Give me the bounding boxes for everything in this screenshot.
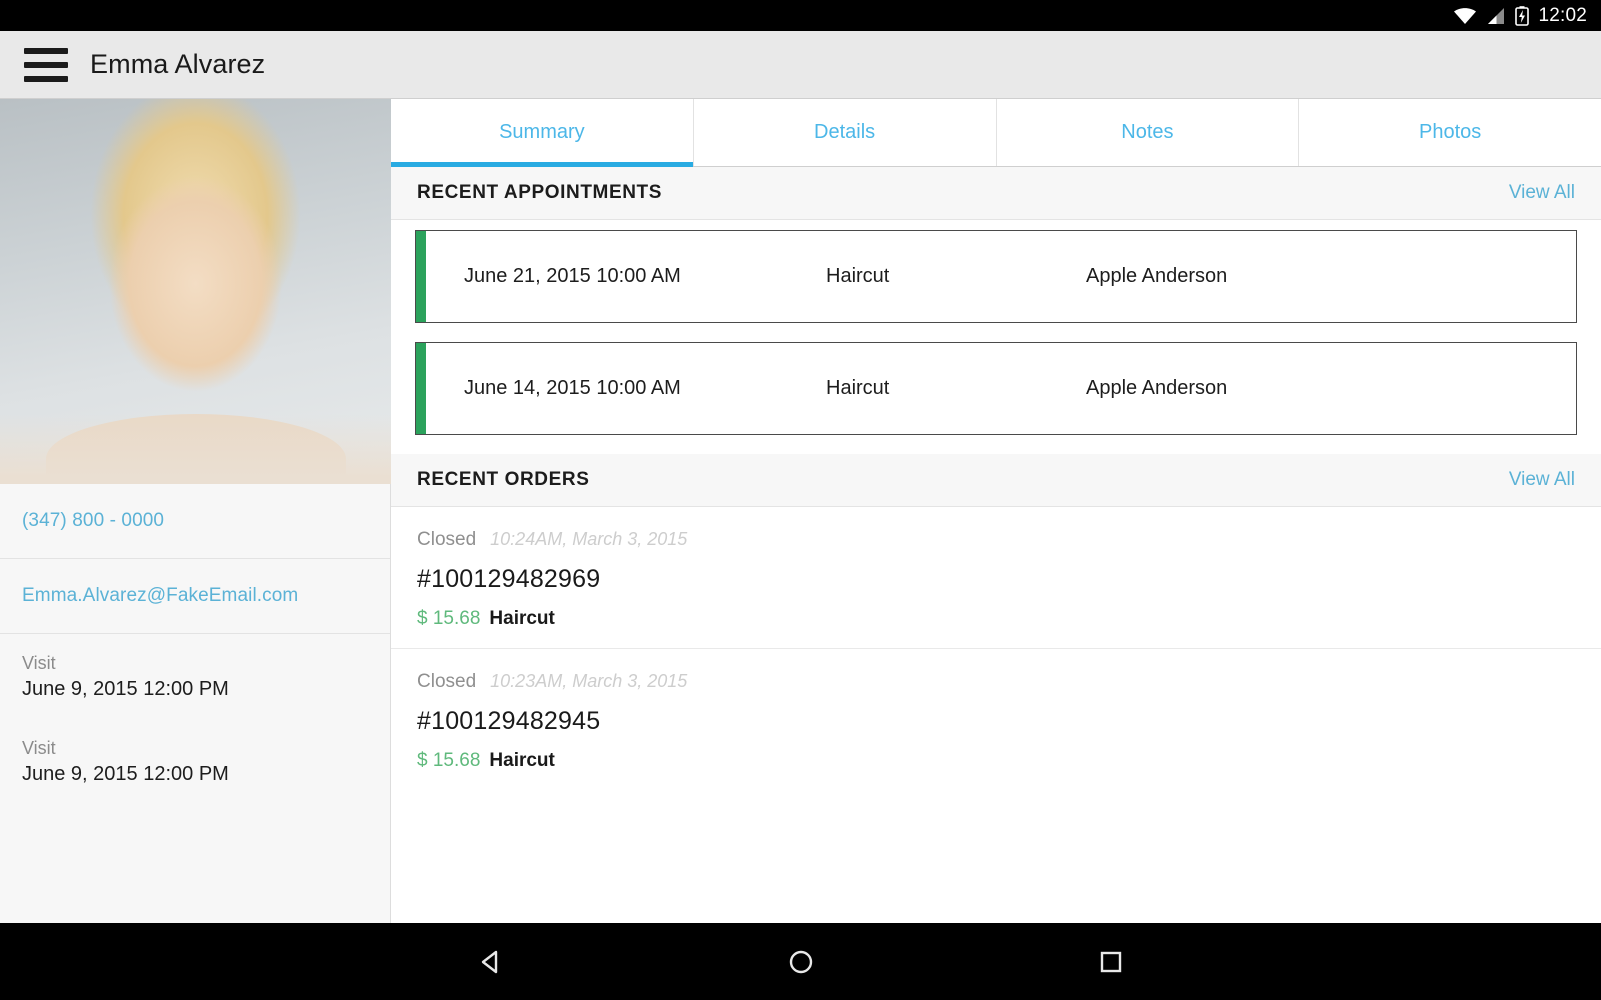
customer-phone-row[interactable]: (347) 800 - 0000: [0, 484, 390, 559]
order-item-name: Haircut: [489, 608, 554, 630]
order-status: Closed: [417, 529, 476, 551]
tab-bar: Summary Details Notes Photos: [391, 99, 1601, 167]
app-bar: Emma Alvarez: [0, 31, 1601, 99]
hamburger-menu-icon[interactable]: [24, 48, 68, 82]
appointment-body: June 21, 2015 10:00 AM Haircut Apple And…: [426, 231, 1576, 322]
tab-summary[interactable]: Summary: [391, 99, 694, 166]
appointment-card[interactable]: June 14, 2015 10:00 AM Haircut Apple And…: [415, 342, 1577, 435]
appointment-staff: Apple Anderson: [1086, 265, 1386, 288]
order-row[interactable]: Closed 10:24AM, March 3, 2015 #100129482…: [391, 507, 1601, 649]
order-items: $ 15.68 Haircut: [417, 608, 1575, 630]
customer-email[interactable]: Emma.Alvarez@FakeEmail.com: [22, 585, 368, 607]
section-title: RECENT APPOINTMENTS: [417, 182, 662, 204]
visit-label: Visit: [22, 653, 368, 674]
avatar-shoulder: [46, 414, 346, 484]
section-title: RECENT ORDERS: [417, 469, 589, 491]
order-status-line: Closed 10:24AM, March 3, 2015: [417, 529, 1575, 551]
page-title: Emma Alvarez: [90, 49, 265, 80]
visit-datetime: June 9, 2015 12:00 PM: [22, 763, 368, 786]
order-status-line: Closed 10:23AM, March 3, 2015: [417, 671, 1575, 693]
tab-label: Notes: [1121, 121, 1173, 144]
appointment-card[interactable]: June 21, 2015 10:00 AM Haircut Apple And…: [415, 230, 1577, 323]
cellular-signal-icon: [1486, 7, 1506, 25]
orders-list: Closed 10:24AM, March 3, 2015 #100129482…: [391, 507, 1601, 790]
order-price: $ 15.68: [417, 750, 480, 772]
customer-phone[interactable]: (347) 800 - 0000: [22, 510, 368, 532]
order-items: $ 15.68 Haircut: [417, 750, 1575, 772]
android-nav-bar: [0, 923, 1601, 1000]
appointment-status-accent: [416, 343, 426, 434]
status-bar: 12:02: [0, 0, 1601, 31]
wifi-icon: [1453, 7, 1477, 25]
appointment-service: Haircut: [826, 377, 1086, 400]
status-bar-clock: 12:02: [1538, 5, 1587, 27]
tab-label: Summary: [499, 121, 585, 144]
visit-datetime: June 9, 2015 12:00 PM: [22, 678, 368, 701]
order-number: #100129482945: [417, 707, 1575, 736]
customer-sidebar: (347) 800 - 0000 Emma.Alvarez@FakeEmail.…: [0, 99, 391, 923]
order-status: Closed: [417, 671, 476, 693]
order-timestamp: 10:23AM, March 3, 2015: [490, 671, 687, 692]
appointment-body: June 14, 2015 10:00 AM Haircut Apple And…: [426, 343, 1576, 434]
recent-orders-header: RECENT ORDERS View All: [391, 454, 1601, 507]
tab-label: Details: [814, 121, 875, 144]
detail-content: Summary Details Notes Photos RECENT APPO…: [391, 99, 1601, 923]
visit-row-1[interactable]: Visit June 9, 2015 12:00 PM: [0, 719, 390, 804]
avatar: [0, 99, 391, 484]
order-item-name: Haircut: [489, 750, 554, 772]
battery-charging-icon: [1515, 6, 1529, 26]
visit-label: Visit: [22, 738, 368, 759]
recents-square-icon[interactable]: [1031, 923, 1191, 1000]
home-circle-icon[interactable]: [721, 923, 881, 1000]
order-number: #100129482969: [417, 565, 1575, 594]
order-timestamp: 10:24AM, March 3, 2015: [490, 529, 687, 550]
sidebar-spacer: [0, 804, 390, 923]
tab-notes[interactable]: Notes: [997, 99, 1300, 166]
appointment-datetime: June 14, 2015 10:00 AM: [426, 377, 826, 400]
app-root: 12:02 Emma Alvarez (347) 800 - 0000 Emma…: [0, 0, 1601, 1000]
orders-view-all-link[interactable]: View All: [1509, 469, 1575, 491]
order-row[interactable]: Closed 10:23AM, March 3, 2015 #100129482…: [391, 649, 1601, 790]
appointment-service: Haircut: [826, 265, 1086, 288]
appointment-datetime: June 21, 2015 10:00 AM: [426, 265, 826, 288]
customer-email-row[interactable]: Emma.Alvarez@FakeEmail.com: [0, 559, 390, 634]
tab-details[interactable]: Details: [694, 99, 997, 166]
tab-photos[interactable]: Photos: [1299, 99, 1601, 166]
recent-appointments-header: RECENT APPOINTMENTS View All: [391, 167, 1601, 220]
back-triangle-icon[interactable]: [411, 923, 571, 1000]
main-body: (347) 800 - 0000 Emma.Alvarez@FakeEmail.…: [0, 99, 1601, 923]
visit-row-0[interactable]: Visit June 9, 2015 12:00 PM: [0, 634, 390, 719]
appointment-staff: Apple Anderson: [1086, 377, 1386, 400]
appointment-status-accent: [416, 231, 426, 322]
appointments-list: June 21, 2015 10:00 AM Haircut Apple And…: [391, 220, 1601, 454]
tab-label: Photos: [1419, 121, 1481, 144]
order-price: $ 15.68: [417, 608, 480, 630]
appointments-view-all-link[interactable]: View All: [1509, 182, 1575, 204]
